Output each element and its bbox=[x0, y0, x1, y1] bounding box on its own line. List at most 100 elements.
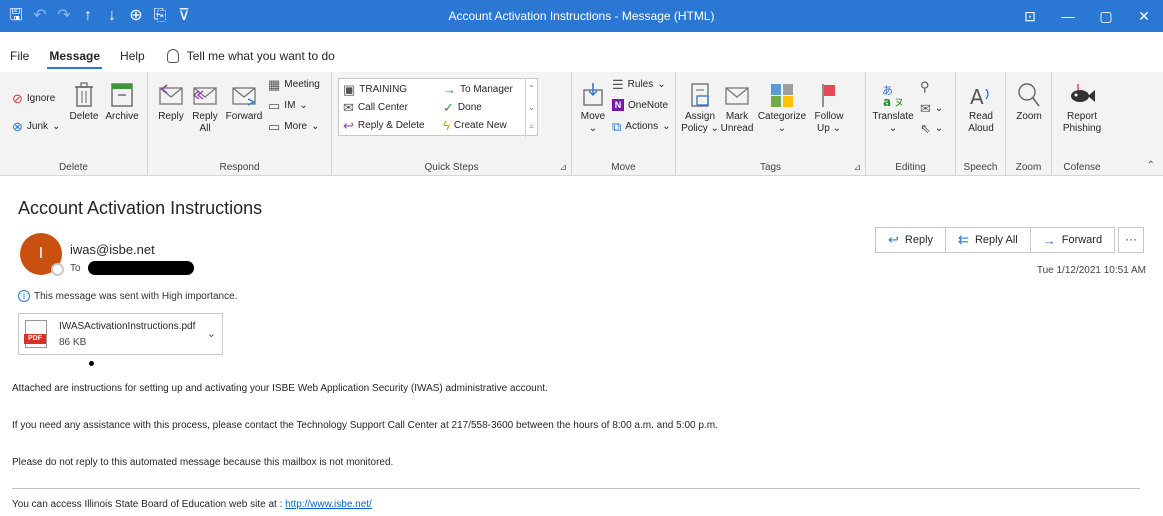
find-button[interactable]: ⚲ bbox=[920, 80, 930, 93]
categorize-icon bbox=[770, 82, 794, 108]
onenote-icon: N bbox=[612, 99, 624, 111]
report-phishing-button[interactable]: Report Phishing bbox=[1056, 82, 1108, 135]
reply-envelope-icon bbox=[159, 84, 183, 105]
group-move: Move ⌄ ☰ Rules ⌄ N OneNote ⧉ Actions ⌄ Move bbox=[572, 72, 676, 176]
pdf-file-icon: PDF bbox=[24, 320, 47, 348]
reply-button[interactable]: Reply bbox=[156, 82, 186, 123]
message-actions: ↩ Reply ⇇ Reply All → Forward bbox=[875, 227, 1116, 253]
group-label-editing: Editing bbox=[895, 162, 926, 173]
search-icon: ⚲ bbox=[920, 79, 930, 94]
zoom-button[interactable]: Zoom bbox=[1010, 82, 1048, 123]
ribbon: ⊘ Ignore ⊗ Junk⌄ Delete Archive Delete bbox=[0, 72, 1163, 176]
mail-icon: ✉ bbox=[343, 100, 354, 115]
ribbon-display-options-button[interactable]: ⊡ bbox=[1011, 0, 1049, 32]
rules-button[interactable]: ☰ Rules ⌄ bbox=[612, 78, 666, 91]
checkmark-icon: ✓ bbox=[443, 100, 454, 115]
actions-button[interactable]: ⧉ Actions ⌄ bbox=[612, 120, 670, 133]
ignore-button[interactable]: ⊘ Ignore bbox=[12, 92, 55, 105]
quick-steps-launcher-icon[interactable]: ⊿ bbox=[559, 162, 567, 173]
mark-unread-button[interactable]: Mark Unread bbox=[720, 82, 754, 135]
window-controls: ⊡ — ▢ ✕ bbox=[1011, 0, 1163, 32]
group-label-quick-steps: Quick Steps bbox=[424, 162, 479, 173]
group-respond: Reply Reply All Forward ▦ Meeting ▭ IM ⌄… bbox=[148, 72, 332, 176]
sender-address[interactable]: iwas@isbe.net bbox=[70, 242, 155, 257]
im-button[interactable]: ▭ IM ⌄ bbox=[268, 99, 308, 112]
body-paragraph: If you need any assistance with this pro… bbox=[12, 420, 718, 431]
quick-steps-scrollbar[interactable]: ⌃ ⌄ ⩡ bbox=[525, 79, 537, 137]
quickstep-create-new[interactable]: ϟ Create New bbox=[443, 119, 507, 132]
isbe-website-link[interactable]: http://www.isbe.net/ bbox=[285, 499, 372, 510]
junk-button[interactable]: ⊗ Junk ⌄ bbox=[12, 120, 60, 133]
more-respond-icon: ▭ bbox=[268, 119, 281, 134]
quickstep-to-manager[interactable]: → To Manager bbox=[443, 83, 513, 96]
meeting-button[interactable]: ▦ Meeting bbox=[268, 78, 320, 91]
archive-button[interactable]: Archive bbox=[102, 82, 142, 123]
svg-text:a: a bbox=[883, 95, 891, 108]
quickstep-reply-delete[interactable]: ↩ Reply & Delete bbox=[343, 119, 425, 132]
quickstep-call-center[interactable]: ✉ Call Center bbox=[343, 101, 408, 114]
reply-all-arrow-icon: ⇇ bbox=[958, 232, 969, 247]
translate-button[interactable]: あ a ヌ Translate ⌄ bbox=[870, 82, 916, 135]
group-label-tags: Tags bbox=[759, 162, 782, 173]
menu-bar: File Message Help Tell me what you want … bbox=[0, 44, 335, 69]
svg-text:ヌ: ヌ bbox=[894, 98, 904, 108]
more-actions-button[interactable]: ··· bbox=[1118, 227, 1144, 253]
lightning-icon: ϟ bbox=[443, 118, 450, 133]
tab-message[interactable]: Message bbox=[39, 49, 110, 69]
translate-icon: あ a ヌ bbox=[882, 84, 904, 108]
group-delete: ⊘ Ignore ⊗ Junk ⌄ Delete Archive Delete bbox=[0, 72, 148, 176]
reply-all-action-button[interactable]: ⇇ Reply All bbox=[946, 228, 1031, 252]
quickstep-training[interactable]: ▣ TRAINING bbox=[343, 83, 407, 96]
body-paragraph: Please do not reply to this automated me… bbox=[12, 457, 394, 468]
onenote-button[interactable]: N OneNote bbox=[612, 99, 668, 111]
forward-arrow-icon: → bbox=[1042, 232, 1056, 248]
archive-icon bbox=[111, 83, 133, 107]
training-icon: ▣ bbox=[343, 82, 356, 97]
lightbulb-icon bbox=[166, 49, 179, 63]
group-label-zoom: Zoom bbox=[1015, 162, 1042, 173]
reply-action-button[interactable]: ↩ Reply bbox=[876, 228, 947, 252]
group-label-respond: Respond bbox=[219, 162, 260, 173]
close-button[interactable]: ✕ bbox=[1125, 0, 1163, 32]
move-button[interactable]: Move ⌄ bbox=[578, 82, 608, 135]
group-cofense: Report Phishing Cofense bbox=[1052, 72, 1112, 176]
reply-arrow-icon: ↩ bbox=[343, 118, 354, 133]
collapse-ribbon-icon[interactable]: ⌃ bbox=[1147, 160, 1155, 171]
presence-status-icon bbox=[51, 263, 64, 276]
related-button[interactable]: ✉ ⌄ bbox=[920, 102, 943, 115]
read-aloud-icon: A bbox=[970, 85, 989, 108]
im-icon: ▭ bbox=[268, 98, 281, 113]
maximize-button[interactable]: ▢ bbox=[1087, 0, 1125, 32]
quickstep-done[interactable]: ✓ Done bbox=[443, 101, 482, 114]
forward-envelope-icon bbox=[232, 87, 256, 106]
group-label-cofense: Cofense bbox=[1063, 162, 1101, 173]
forward-action-button[interactable]: → Forward bbox=[1031, 228, 1114, 252]
svg-text:A: A bbox=[970, 85, 984, 108]
select-button[interactable]: ⇖ ⌄ bbox=[920, 122, 943, 135]
group-editing: あ a ヌ Translate ⌄ ⚲ ✉ ⌄ ⇖ ⌄ Editing bbox=[866, 72, 956, 176]
footer-line: You can access Illinois State Board of E… bbox=[12, 499, 372, 510]
arrow-right-icon: → bbox=[443, 82, 456, 97]
chevron-down-icon[interactable]: ⌄ bbox=[207, 327, 216, 340]
related-mail-icon: ✉ bbox=[920, 101, 931, 116]
forward-button[interactable]: Forward bbox=[224, 82, 264, 123]
ignore-icon: ⊘ bbox=[12, 91, 23, 106]
info-icon: i bbox=[18, 290, 30, 302]
attachment-card[interactable]: PDF IWASActivationInstructions.pdf 86 KB… bbox=[18, 313, 223, 355]
reply-all-button[interactable]: Reply All bbox=[190, 82, 220, 135]
reply-arrow-icon: ↩ bbox=[888, 232, 899, 247]
tell-me-search[interactable]: Tell me what you want to do bbox=[166, 49, 335, 63]
more-respond-button[interactable]: ▭ More ⌄ bbox=[268, 120, 319, 133]
delete-button[interactable]: Delete bbox=[66, 82, 102, 123]
categorize-button[interactable]: Categorize ⌄ bbox=[756, 82, 808, 135]
message-subject: Account Activation Instructions bbox=[18, 198, 263, 218]
read-aloud-button[interactable]: A Read Aloud bbox=[960, 82, 1002, 135]
tab-help[interactable]: Help bbox=[110, 49, 155, 63]
rules-icon: ☰ bbox=[612, 77, 624, 92]
follow-up-button[interactable]: Follow Up ⌄ bbox=[812, 82, 846, 135]
tab-file[interactable]: File bbox=[0, 49, 39, 63]
minimize-button[interactable]: — bbox=[1049, 0, 1087, 32]
tell-me-text: Tell me what you want to do bbox=[186, 49, 335, 63]
assign-policy-button[interactable]: Assign Policy ⌄ bbox=[680, 82, 720, 135]
tags-launcher-icon[interactable]: ⊿ bbox=[853, 162, 861, 173]
